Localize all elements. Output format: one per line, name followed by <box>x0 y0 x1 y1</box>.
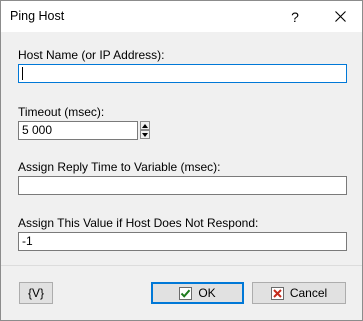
insert-variable-button[interactable]: {V} <box>19 282 53 304</box>
arrow-down-icon <box>142 132 148 137</box>
host-name-label: Host Name (or IP Address): <box>18 48 165 62</box>
cancel-label: Cancel <box>289 286 328 300</box>
checkmark-icon <box>179 286 193 300</box>
timeout-value: 5 000 <box>22 123 53 137</box>
insert-variable-label: {V} <box>27 286 45 300</box>
arrow-up-icon <box>142 123 148 128</box>
window-title: Ping Host <box>10 9 65 23</box>
reply-variable-input[interactable] <box>18 176 347 195</box>
help-button[interactable]: ? <box>273 1 317 32</box>
text-caret <box>22 67 23 80</box>
cross-icon <box>270 286 284 300</box>
ping-host-dialog: Ping Host ? Host Name (or IP Address): T… <box>0 0 363 321</box>
close-icon <box>334 11 346 22</box>
footer-separator <box>1 265 362 266</box>
ok-label: OK <box>198 286 216 300</box>
no-response-input[interactable]: -1 <box>18 232 347 251</box>
cancel-button[interactable]: Cancel <box>252 282 346 304</box>
timeout-spin-down[interactable] <box>140 130 150 139</box>
timeout-spin-up[interactable] <box>140 121 150 130</box>
no-response-label: Assign This Value if Host Does Not Respo… <box>18 216 259 230</box>
question-mark-icon: ? <box>291 8 299 25</box>
timeout-input[interactable]: 5 000 <box>18 121 138 140</box>
timeout-label: Timeout (msec): <box>18 105 105 119</box>
close-button[interactable] <box>318 1 362 32</box>
host-name-input[interactable] <box>18 64 347 83</box>
no-response-value: -1 <box>22 234 33 248</box>
reply-variable-label: Assign Reply Time to Variable (msec): <box>18 160 221 174</box>
title-bar: Ping Host ? <box>1 1 362 32</box>
ok-button[interactable]: OK <box>151 282 244 304</box>
